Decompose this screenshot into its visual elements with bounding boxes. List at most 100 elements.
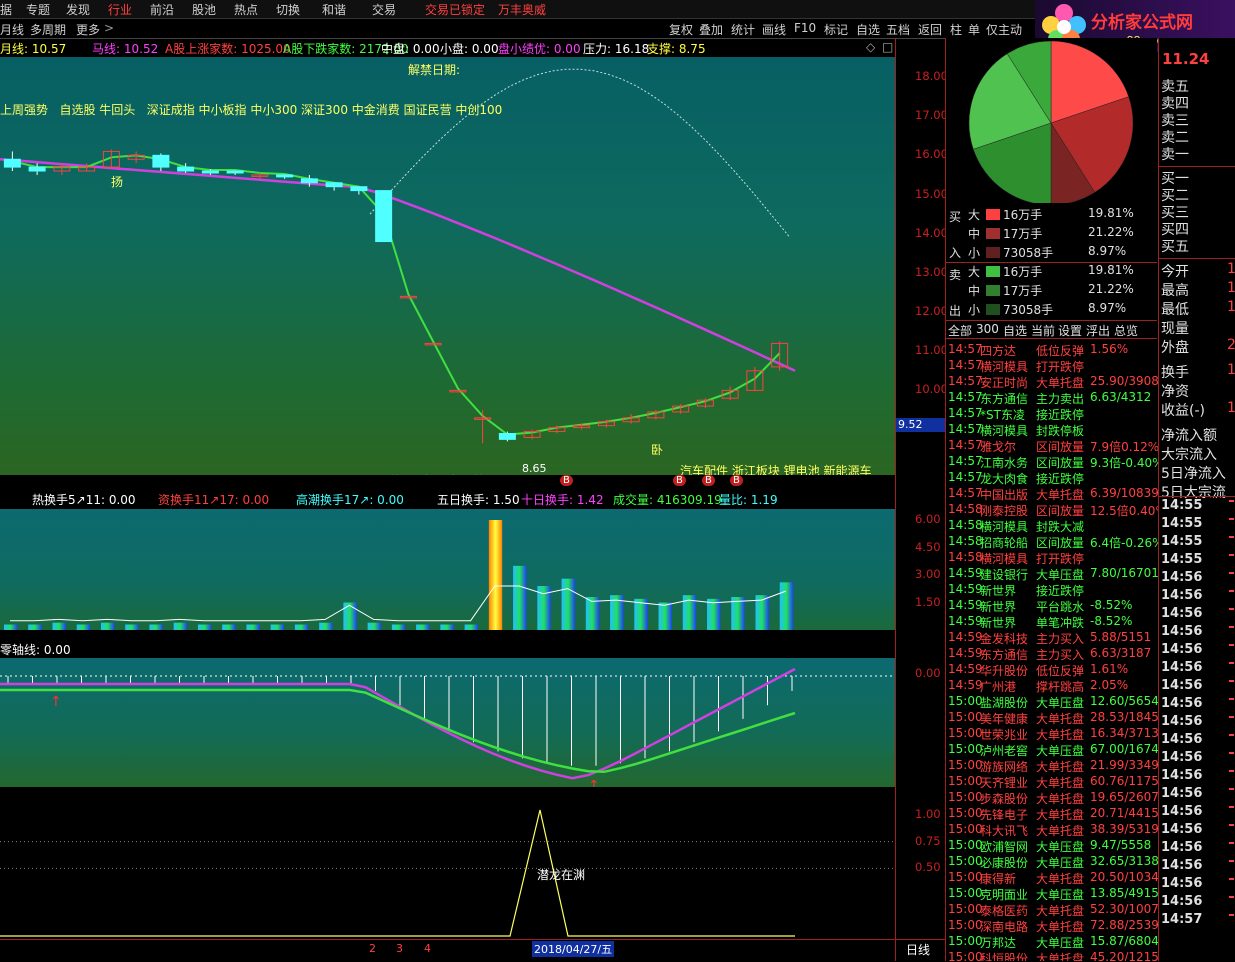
news-row[interactable]: 14:59 新世界 平台跳水 -8.52% (948, 598, 1158, 614)
news-row[interactable]: 14:59 华升股份 低位反弹 1.61% (948, 662, 1158, 678)
menu-item[interactable]: 和谐 (322, 1, 346, 18)
period-label[interactable]: 日线 (906, 941, 930, 958)
volume-bar[interactable] (125, 624, 139, 631)
candle[interactable] (300, 178, 318, 184)
flow-tab[interactable]: 300 (976, 322, 999, 336)
diamond-icon[interactable]: ◇ (866, 40, 875, 54)
volume-chart[interactable] (0, 509, 895, 630)
candle[interactable] (449, 389, 467, 393)
news-row[interactable]: 15:00 盐湖股份 大单压盘 12.60/5654 (948, 694, 1158, 710)
volume-bar[interactable] (464, 624, 478, 631)
news-row[interactable]: 15:00 科恒股份 大单托盘 45.20/1215 (948, 950, 1158, 961)
news-row[interactable]: 15:00 步森股份 大单托盘 19.65/2607 (948, 790, 1158, 806)
candle[interactable] (350, 186, 368, 192)
candle[interactable] (276, 174, 294, 178)
menu-item-active[interactable]: 行业 (108, 1, 132, 18)
chevron-right-icon[interactable]: > (104, 21, 114, 35)
tool-stats[interactable]: 统计 (731, 21, 755, 38)
news-row[interactable]: 14:59 新世界 单笔冲跌 -8.52% (948, 614, 1158, 630)
volume-bar[interactable] (173, 622, 188, 630)
volume-bar[interactable] (197, 624, 212, 631)
news-row[interactable]: 15:00 游族网络 大单托盘 21.99/3349 (948, 758, 1158, 774)
buy-marker[interactable]: B (702, 475, 715, 486)
news-row[interactable]: 14:59 新世界 接近跌停 (948, 582, 1158, 598)
volume-bar[interactable] (246, 624, 260, 631)
flow-tab[interactable]: 总览 (1114, 322, 1138, 339)
news-row[interactable]: 14:59 金发科技 主力买入 5.88/5151 (948, 630, 1158, 646)
news-row[interactable]: 14:58刚泰控股区间放量 12.5倍0.40% (948, 502, 1158, 518)
buy-marker[interactable]: B (730, 475, 743, 486)
tool-watchlist[interactable]: 自选 (856, 21, 880, 38)
volume-bar[interactable] (52, 622, 66, 630)
candle[interactable] (177, 166, 195, 172)
tool-draw[interactable]: 画线 (762, 21, 786, 38)
volume-bar[interactable] (28, 624, 42, 631)
news-row[interactable]: 14:59 建设银行 大单压盘 7.80/16701 (948, 566, 1158, 582)
flow-tab[interactable]: 浮出 (1086, 322, 1110, 339)
news-row[interactable]: 15:00 必康股份 大单压盘 32.65/3138 (948, 854, 1158, 870)
news-row[interactable]: 15:00 先锋电子 大单托盘 20.71/4415 (948, 806, 1158, 822)
volume-bar[interactable] (779, 582, 794, 630)
volume-bar[interactable] (319, 622, 333, 630)
news-row[interactable]: 15:00 泰格医药 大单托盘 52.30/1007 (948, 902, 1158, 918)
flow-tab[interactable]: 设置 (1058, 322, 1082, 339)
menu-item[interactable]: 前沿 (150, 1, 174, 18)
volume-bar[interactable] (585, 597, 600, 630)
more-menu[interactable]: 更多 (76, 21, 100, 38)
news-row[interactable]: 14:57 *ST东凌 接近跌停 (948, 406, 1158, 422)
news-row[interactable]: 14:57 四方达 低位反弹 1.56% (948, 342, 1158, 358)
news-row[interactable]: 14:57 横河模具 封跌停板 (948, 422, 1158, 438)
volume-bar[interactable] (367, 622, 381, 630)
menu-item[interactable]: 热点 (234, 1, 258, 18)
news-row[interactable]: 14:57 东方通信 主力卖出 6.63/4312 (948, 390, 1158, 406)
volume-bar[interactable] (416, 624, 430, 631)
flow-tab[interactable]: 全部 (948, 322, 972, 339)
news-row[interactable]: 15:00 克明面业 大单压盘 13.85/4915 (948, 886, 1158, 902)
candle[interactable] (152, 154, 170, 168)
flow-tab[interactable]: 当前 (1031, 322, 1055, 339)
news-row[interactable]: 14:59 东方通信 主力买入 6.63/3187 (948, 646, 1158, 662)
tool-fuquan[interactable]: 复权 (669, 21, 693, 38)
menu-item[interactable]: 股池 (192, 1, 216, 18)
tool-bar[interactable]: 柱 (950, 21, 962, 38)
news-row[interactable]: 14:57 横河模具 打开跌停 (948, 358, 1158, 374)
volume-bar[interactable] (391, 624, 406, 631)
volume-bar[interactable] (294, 624, 309, 631)
tool-active-only[interactable]: 仅主动 (986, 21, 1022, 38)
candle[interactable] (424, 342, 442, 346)
candle[interactable] (375, 190, 393, 243)
news-row[interactable]: 14:57 江南水务 区间放量 9.3倍-0.40% (948, 454, 1158, 470)
main-kline-chart[interactable]: 解禁日期: 上周强势 自选股 牛回头 深证成指 中小板指 中小300 深证300… (0, 57, 895, 488)
candle[interactable] (399, 295, 417, 299)
news-row[interactable]: 15:00 世荣兆业 大单托盘 16.34/3713 (948, 726, 1158, 742)
tool-f10[interactable]: F10 (794, 21, 816, 35)
volume-bar[interactable] (4, 624, 18, 631)
news-row[interactable]: 15:00 美年健康 大单托盘 28.53/1845 (948, 710, 1158, 726)
news-row[interactable]: 15:00 天齐锂业 大单托盘 60.76/1175 (948, 774, 1158, 790)
candle[interactable] (226, 170, 244, 174)
news-row[interactable]: 14:58 横河模具 打开跌停 (948, 550, 1158, 566)
menu-item[interactable]: 据 (0, 1, 12, 18)
tool-mark[interactable]: 标记 (824, 21, 848, 38)
news-row[interactable]: 15:00康得新 大单托盘 20.50/10343 (948, 870, 1158, 886)
flow-tab[interactable]: 自选 (1003, 322, 1027, 339)
square-icon[interactable]: □ (882, 40, 893, 54)
volume-bar[interactable] (440, 624, 454, 631)
tool-single[interactable]: 单 (968, 21, 980, 38)
tool-back[interactable]: 返回 (918, 21, 942, 38)
news-row[interactable]: 15:00 万邦达 大单压盘 15.87/6804 (948, 934, 1158, 950)
volume-bar[interactable] (149, 624, 163, 631)
volume-bar[interactable] (658, 602, 672, 631)
news-row[interactable]: 14:59 广州港 撑杆跳高 2.05% (948, 678, 1158, 694)
volume-bar[interactable] (513, 565, 527, 630)
candle[interactable] (201, 170, 219, 174)
buy-marker[interactable]: B (673, 475, 686, 486)
news-row[interactable]: 14:57 雅戈尔 区间放量 7.9倍0.12% (948, 438, 1158, 454)
news-row[interactable]: 15:00 欧浦智网 大单压盘 9.47/5558 (948, 838, 1158, 854)
candle[interactable] (3, 158, 21, 168)
volume-bar[interactable] (488, 520, 503, 630)
tool-five-levels[interactable]: 五档 (886, 21, 910, 38)
buy-marker[interactable]: B (560, 475, 573, 486)
volume-bar[interactable] (100, 622, 115, 630)
menu-item[interactable]: 发现 (66, 1, 90, 18)
